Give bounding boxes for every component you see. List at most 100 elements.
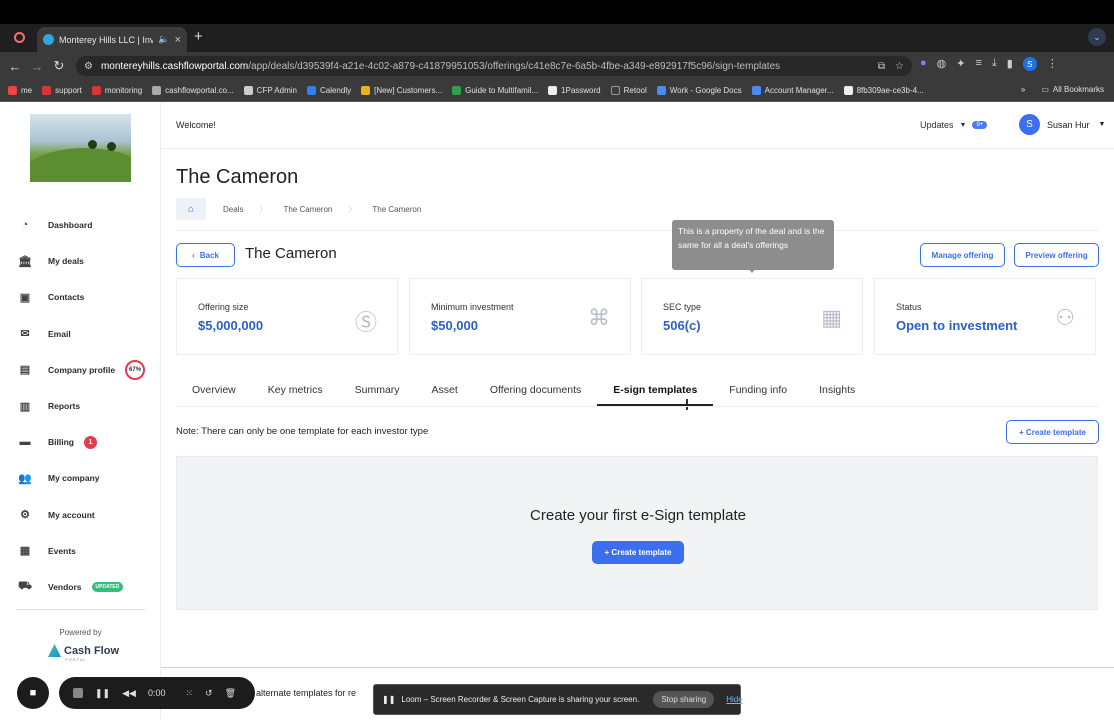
sidebar-item-contacts[interactable]: ▣ Contacts <box>18 279 158 315</box>
sidebar-item-label: Reports <box>48 401 81 412</box>
sidebar-item-my-deals[interactable]: 🏛 My deals <box>18 243 158 279</box>
bookmark-item[interactable]: Guide to Multifamil... <box>452 86 538 95</box>
sidebar-item-label: Billing <box>48 437 74 448</box>
site-settings-icon[interactable]: ⚙ <box>84 61 93 72</box>
card-value: 506(c) <box>663 318 701 333</box>
share-message: Loom – Screen Recorder & Screen Capture … <box>401 695 640 704</box>
manage-offering-button[interactable]: Manage offering <box>920 243 1005 267</box>
sidepanel-icon[interactable]: ▮ <box>1007 57 1013 71</box>
cashflow-mark-icon <box>48 644 61 657</box>
updates-dropdown[interactable]: Updates ▼ 9+ <box>920 120 988 130</box>
reload-icon[interactable]: ↻ <box>48 58 70 74</box>
breadcrumb-deal[interactable]: The Cameron <box>267 205 348 214</box>
company-logo-image[interactable] <box>30 114 131 182</box>
template-note: Note: There can only be one template for… <box>176 426 429 437</box>
tab-overview[interactable]: Overview <box>176 374 252 406</box>
extensions-area: ● ◍ ✦ ≡ ⤓ ▮ S ⋮ <box>920 57 1058 71</box>
sidebar-item-label: Vendors <box>48 581 82 592</box>
calendar-icon: ▦ <box>19 545 31 558</box>
truck-icon: ⛟ <box>18 579 32 592</box>
sidebar-item-my-company[interactable]: 👥 My company <box>18 460 158 496</box>
stop-recording-icon[interactable] <box>73 688 83 698</box>
sec-type-card: SEC type 506(c) ▦ <box>641 278 863 355</box>
sidebar-item-dashboard[interactable]: ◔ Dashboard <box>18 207 158 243</box>
rewind-icon[interactable]: ◀◀ <box>122 688 136 699</box>
bookmark-item[interactable]: support <box>42 86 82 95</box>
sidebar-item-label: Dashboard <box>48 220 93 231</box>
url-field[interactable]: ⚙ montereyhills.cashflowportal.com /app/… <box>76 56 912 76</box>
preview-offering-button[interactable]: Preview offering <box>1014 243 1099 267</box>
profile-avatar[interactable]: S <box>1022 57 1037 71</box>
gear-icon: ⚙ <box>20 509 30 522</box>
bookmark-item[interactable]: 1Password <box>548 86 601 95</box>
media-icon[interactable]: ≡ <box>975 57 981 71</box>
restart-icon[interactable]: ↺ <box>205 688 213 699</box>
pause-icon[interactable]: ❚❚ <box>95 688 110 699</box>
os-top-bar <box>0 0 1114 24</box>
tab-insights[interactable]: Insights <box>803 374 871 406</box>
stop-sharing-button[interactable]: Stop sharing <box>653 691 715 708</box>
bookmark-item[interactable]: CFP Admin <box>243 86 297 95</box>
bookmark-item[interactable]: Work - Google Docs <box>656 86 742 95</box>
chevrons-icon[interactable]: » <box>1021 85 1025 94</box>
tab-key-metrics[interactable]: Key metrics <box>252 374 339 406</box>
bookmark-item[interactable]: Retool <box>610 86 647 95</box>
sidebar-item-label: My deals <box>48 256 84 267</box>
sidebar-divider <box>16 609 145 610</box>
sidebar-item-email[interactable]: ✉ Email <box>18 316 158 352</box>
bookmark-item[interactable]: Account Manager... <box>751 86 834 95</box>
chevron-left-icon: ‹ <box>192 250 195 260</box>
sidebar-item-vendors[interactable]: ⛟ Vendors UPDATED <box>18 569 158 605</box>
forward-nav-icon[interactable]: → <box>26 59 48 74</box>
camera-icon[interactable]: ■ <box>17 677 49 709</box>
sidebar-item-company-profile[interactable]: ▤ Company profile 67% <box>18 352 158 388</box>
breadcrumb-deals[interactable]: Deals <box>206 205 259 214</box>
bookmark-item[interactable]: Calendly <box>306 86 351 95</box>
close-tab-icon[interactable]: × <box>175 34 181 46</box>
install-icon[interactable]: ⧉ <box>878 61 885 72</box>
sidebar-item-events[interactable]: ▦ Events <box>18 533 158 569</box>
updates-label: Updates <box>920 120 954 130</box>
tab-summary[interactable]: Summary <box>339 374 416 406</box>
create-template-button-top[interactable]: + Create template <box>1006 420 1099 444</box>
trash-icon[interactable]: 🗑 <box>225 688 236 699</box>
user-name: Susan Hur <box>1047 119 1090 130</box>
back-nav-icon[interactable]: ← <box>4 59 26 74</box>
sidebar-item-billing[interactable]: ▬ Billing 1 <box>18 424 158 460</box>
breadcrumb-separator-icon: 〉 <box>348 204 357 214</box>
tab-e-sign-templates[interactable]: E-sign templates <box>597 374 714 406</box>
grid-icon[interactable]: ⁙ <box>185 688 193 699</box>
user-avatar: S <box>1019 114 1040 135</box>
tooltip-arrow <box>748 268 756 273</box>
browser-tab[interactable]: Monterey Hills LLC | Invest 🔈 × <box>37 27 187 52</box>
back-button[interactable]: ‹ Back <box>176 243 235 267</box>
tab-search-icon[interactable]: ⌄ <box>1088 28 1106 46</box>
tab-asset[interactable]: Asset <box>416 374 474 406</box>
audio-icon[interactable]: 🔈 <box>158 34 169 45</box>
all-bookmarks[interactable]: » ▭ All Bookmarks <box>1021 85 1104 94</box>
screen: Monterey Hills LLC | Invest 🔈 × + ⌄ ← → … <box>0 0 1114 720</box>
bookmark-star-icon[interactable]: ☆ <box>895 61 904 72</box>
breadcrumb-offering: The Cameron <box>372 204 422 214</box>
bookmark-item[interactable]: me <box>8 86 32 95</box>
password-icon[interactable]: ◍ <box>937 57 947 71</box>
all-bookmarks-label: All Bookmarks <box>1052 85 1104 94</box>
new-tab-icon[interactable]: + <box>194 28 203 45</box>
user-menu[interactable]: S Susan Hur ▼ <box>1019 114 1105 135</box>
bookmark-item[interactable]: 8fb309ae-ce3b-4... <box>843 86 924 95</box>
menu-icon[interactable]: ⋮ <box>1047 57 1058 71</box>
extension-icon[interactable]: ● <box>920 57 927 71</box>
tab-funding-info[interactable]: Funding info <box>713 374 803 406</box>
bookmark-item[interactable]: cashflowportal.co... <box>152 86 234 95</box>
sidebar-item-reports[interactable]: ▥ Reports <box>18 388 158 424</box>
create-template-button[interactable]: + Create template <box>592 541 684 564</box>
puzzle-icon[interactable]: ✦ <box>956 57 965 71</box>
sidebar-item-my-account[interactable]: ⚙ My account <box>18 497 158 533</box>
tab-offering-documents[interactable]: Offering documents <box>474 374 597 406</box>
download-icon[interactable]: ⤓ <box>992 57 997 71</box>
bookmark-item[interactable]: monitoring <box>91 86 142 95</box>
card-value: $50,000 <box>431 318 478 333</box>
home-icon[interactable]: ⌂ <box>176 198 206 220</box>
hide-share-bar-link[interactable]: Hide <box>726 695 742 704</box>
bookmark-item[interactable]: [New] Customers... <box>361 86 442 95</box>
